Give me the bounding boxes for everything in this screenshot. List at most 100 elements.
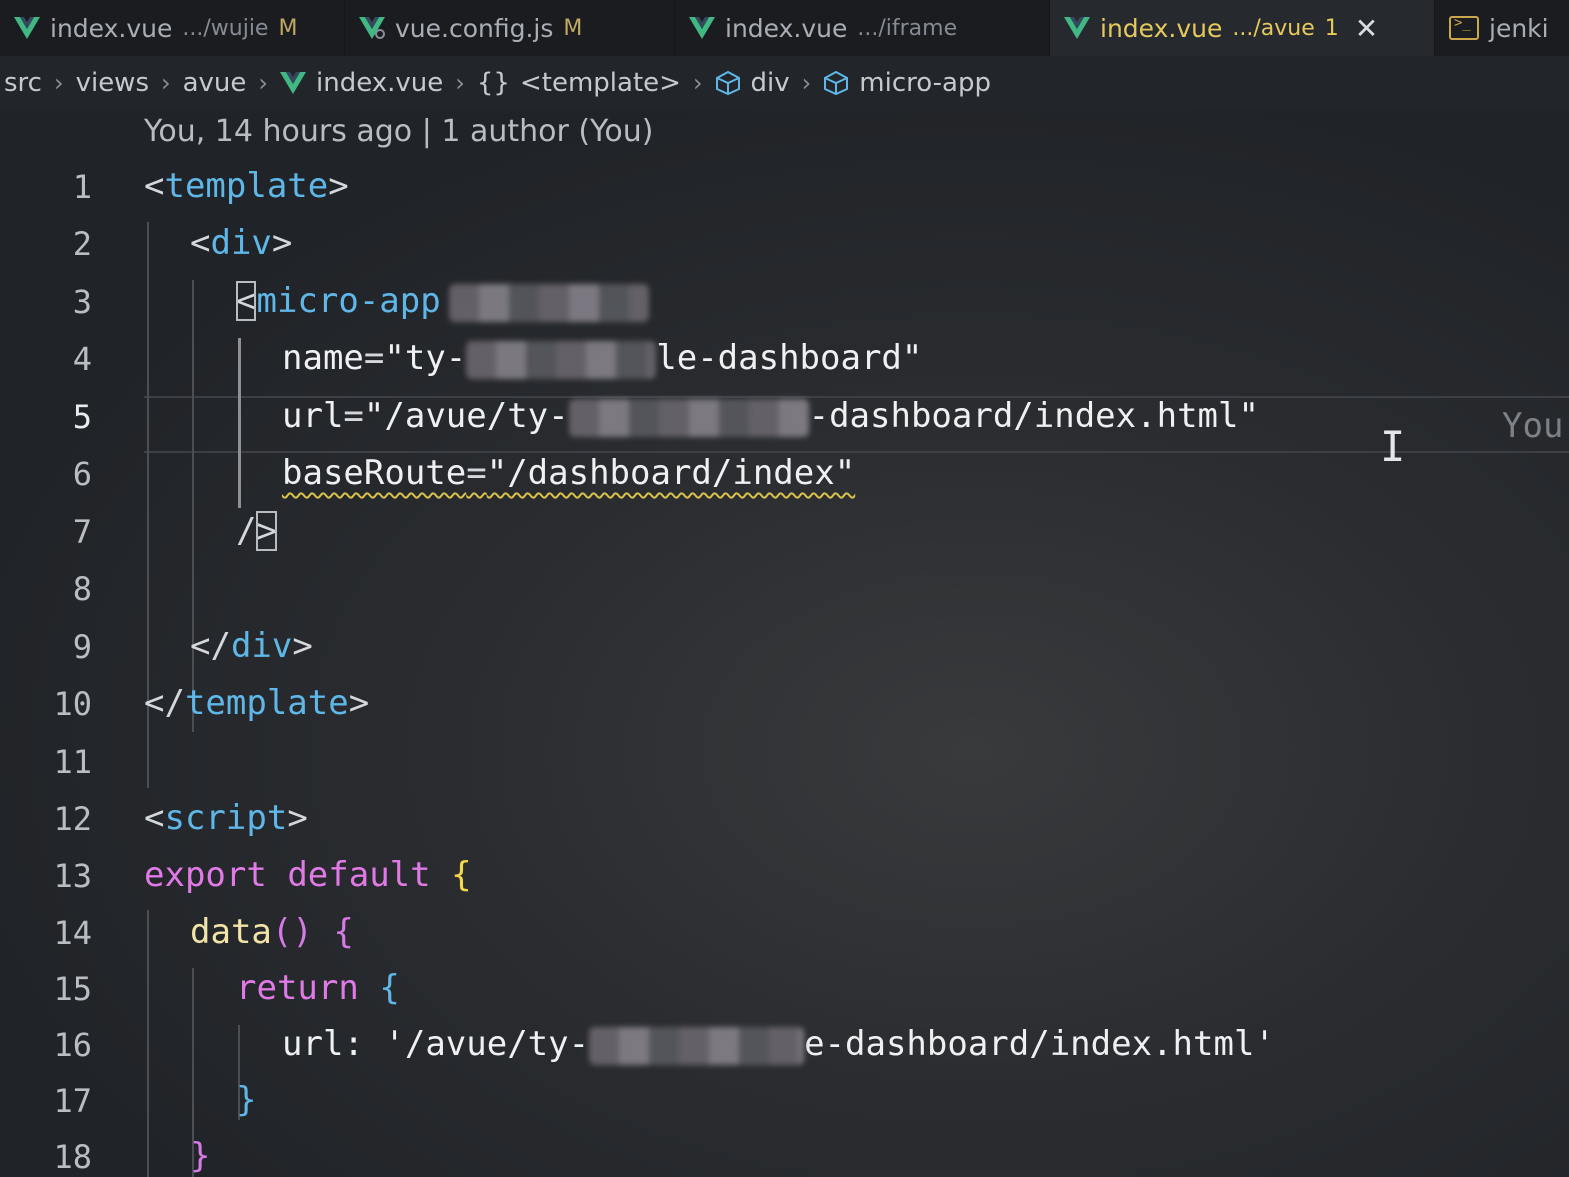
token: export xyxy=(144,855,267,895)
code-line: baseRoute="/dashboard/index" xyxy=(282,453,855,493)
tab-jenkins-terminal[interactable]: jenki xyxy=(1435,0,1569,56)
token: '/avue/ty- xyxy=(384,1024,590,1064)
breadcrumb-item-avue[interactable]: avue xyxy=(183,68,247,98)
token: </ xyxy=(190,626,231,666)
tab-index-vue-wujie[interactable]: index.vue .../wujie M xyxy=(0,0,345,56)
token: script xyxy=(164,798,288,838)
line-number: 8 xyxy=(72,570,92,608)
token: { xyxy=(451,855,472,895)
token: { xyxy=(333,912,354,952)
vue-config-icon xyxy=(359,17,385,39)
tab-filename: index.vue xyxy=(50,13,173,43)
token: < xyxy=(144,798,165,838)
code-line: <micro-app xyxy=(236,281,649,322)
breadcrumb-item-src[interactable]: src xyxy=(4,68,42,98)
code-line: </div> xyxy=(190,626,313,666)
text-cursor-icon: I xyxy=(1380,422,1406,471)
chevron-right-icon: › xyxy=(692,69,703,97)
breadcrumb-item-file[interactable]: index.vue xyxy=(280,68,443,98)
token: } xyxy=(190,1136,211,1176)
tab-path: .../wujie xyxy=(182,15,269,41)
token: > xyxy=(271,223,293,263)
modified-badge: M xyxy=(563,15,583,41)
token: > xyxy=(292,626,313,666)
vue-icon xyxy=(14,17,40,39)
chevron-right-icon: › xyxy=(801,69,812,97)
token: data xyxy=(190,912,272,952)
line-number: 17 xyxy=(53,1082,92,1120)
line-number: 5 xyxy=(72,398,92,436)
token: { xyxy=(379,968,400,1008)
tab-vue-config[interactable]: vue.config.js M xyxy=(345,0,675,56)
tab-path: .../iframe xyxy=(857,15,958,41)
code-line: export default { xyxy=(144,855,472,895)
terminal-icon xyxy=(1449,15,1479,40)
redacted-region xyxy=(466,340,657,379)
tab-filename: index.vue xyxy=(1100,13,1223,43)
code-line: name="ty-le-dashboard" xyxy=(282,338,922,379)
token: < xyxy=(144,166,165,206)
breadcrumb-label: views xyxy=(75,68,149,98)
line-number: 12 xyxy=(53,800,92,838)
tab-filename: vue.config.js xyxy=(395,13,554,43)
token: -dashboard/index.html" xyxy=(808,396,1259,436)
code-line: url: '/avue/ty-e-dashboard/index.html' xyxy=(282,1024,1275,1065)
tab-path: .../avue xyxy=(1232,15,1315,41)
token: / xyxy=(236,511,257,551)
indent-guide xyxy=(147,910,149,1177)
tab-index-vue-avue[interactable]: index.vue .../avue 1 ✕ xyxy=(1050,0,1435,56)
code-line: <script> xyxy=(144,798,308,838)
token: template xyxy=(184,683,349,723)
token: default xyxy=(287,855,431,895)
token: name xyxy=(282,338,364,378)
codelens-blame[interactable]: You, 14 hours ago | 1 author (You) xyxy=(144,114,653,149)
token: } xyxy=(236,1080,257,1120)
token: return xyxy=(236,968,359,1008)
close-icon[interactable]: ✕ xyxy=(1355,12,1378,45)
breadcrumb-label: micro-app xyxy=(859,68,991,98)
token: div xyxy=(230,626,293,666)
tab-index-vue-iframe[interactable]: index.vue .../iframe xyxy=(675,0,1050,56)
token: > xyxy=(328,166,349,206)
breadcrumb-item-micro-app[interactable]: micro-app xyxy=(823,68,991,98)
cube-icon xyxy=(824,70,849,96)
line-number: 16 xyxy=(53,1026,92,1064)
warning-squiggle[interactable]: baseRoute="/dashboard/index" xyxy=(282,453,855,493)
inline-blame-hint: You xyxy=(1502,406,1564,446)
line-number: 14 xyxy=(53,914,92,952)
token: baseRoute xyxy=(282,453,467,493)
token: url xyxy=(282,396,344,436)
problem-count-badge: 1 xyxy=(1324,15,1339,41)
line-number: 15 xyxy=(53,970,92,1008)
line-number: 10 xyxy=(53,685,92,723)
token: > xyxy=(348,683,370,723)
breadcrumb-label: index.vue xyxy=(316,68,444,98)
breadcrumb-item-div[interactable]: div xyxy=(715,68,790,98)
matched-bracket: < xyxy=(236,281,257,321)
token: template xyxy=(164,166,329,206)
line-number: 1 xyxy=(72,168,92,206)
line-number: 7 xyxy=(72,513,92,551)
code-line: /> xyxy=(236,511,277,551)
token: le-dashboard" xyxy=(656,338,923,378)
token: "/avue/ty- xyxy=(363,396,569,436)
chevron-right-icon: › xyxy=(53,69,64,97)
code-editor[interactable]: You, 14 hours ago | 1 author (You) 1 2 3… xyxy=(0,110,1569,1177)
editor-tab-bar: index.vue .../wujie M vue.config.js M in… xyxy=(0,0,1569,56)
breadcrumb-item-views[interactable]: views xyxy=(76,68,149,98)
line-number: 11 xyxy=(53,743,92,781)
breadcrumb-label: src xyxy=(4,68,42,98)
braces-icon: {} xyxy=(476,68,510,98)
modified-badge: M xyxy=(278,15,298,41)
chevron-right-icon: › xyxy=(258,69,269,97)
breadcrumb-label: avue xyxy=(182,68,247,98)
breadcrumb-item-template[interactable]: {} <template> xyxy=(477,68,681,98)
vue-icon xyxy=(1064,17,1090,39)
token: > xyxy=(287,798,308,838)
token: "/dashboard/index" xyxy=(486,453,856,493)
line-number: 18 xyxy=(53,1138,92,1176)
token: () xyxy=(271,912,313,952)
cube-icon xyxy=(715,70,740,96)
chevron-right-icon: › xyxy=(455,69,465,97)
line-number: 2 xyxy=(72,225,92,263)
